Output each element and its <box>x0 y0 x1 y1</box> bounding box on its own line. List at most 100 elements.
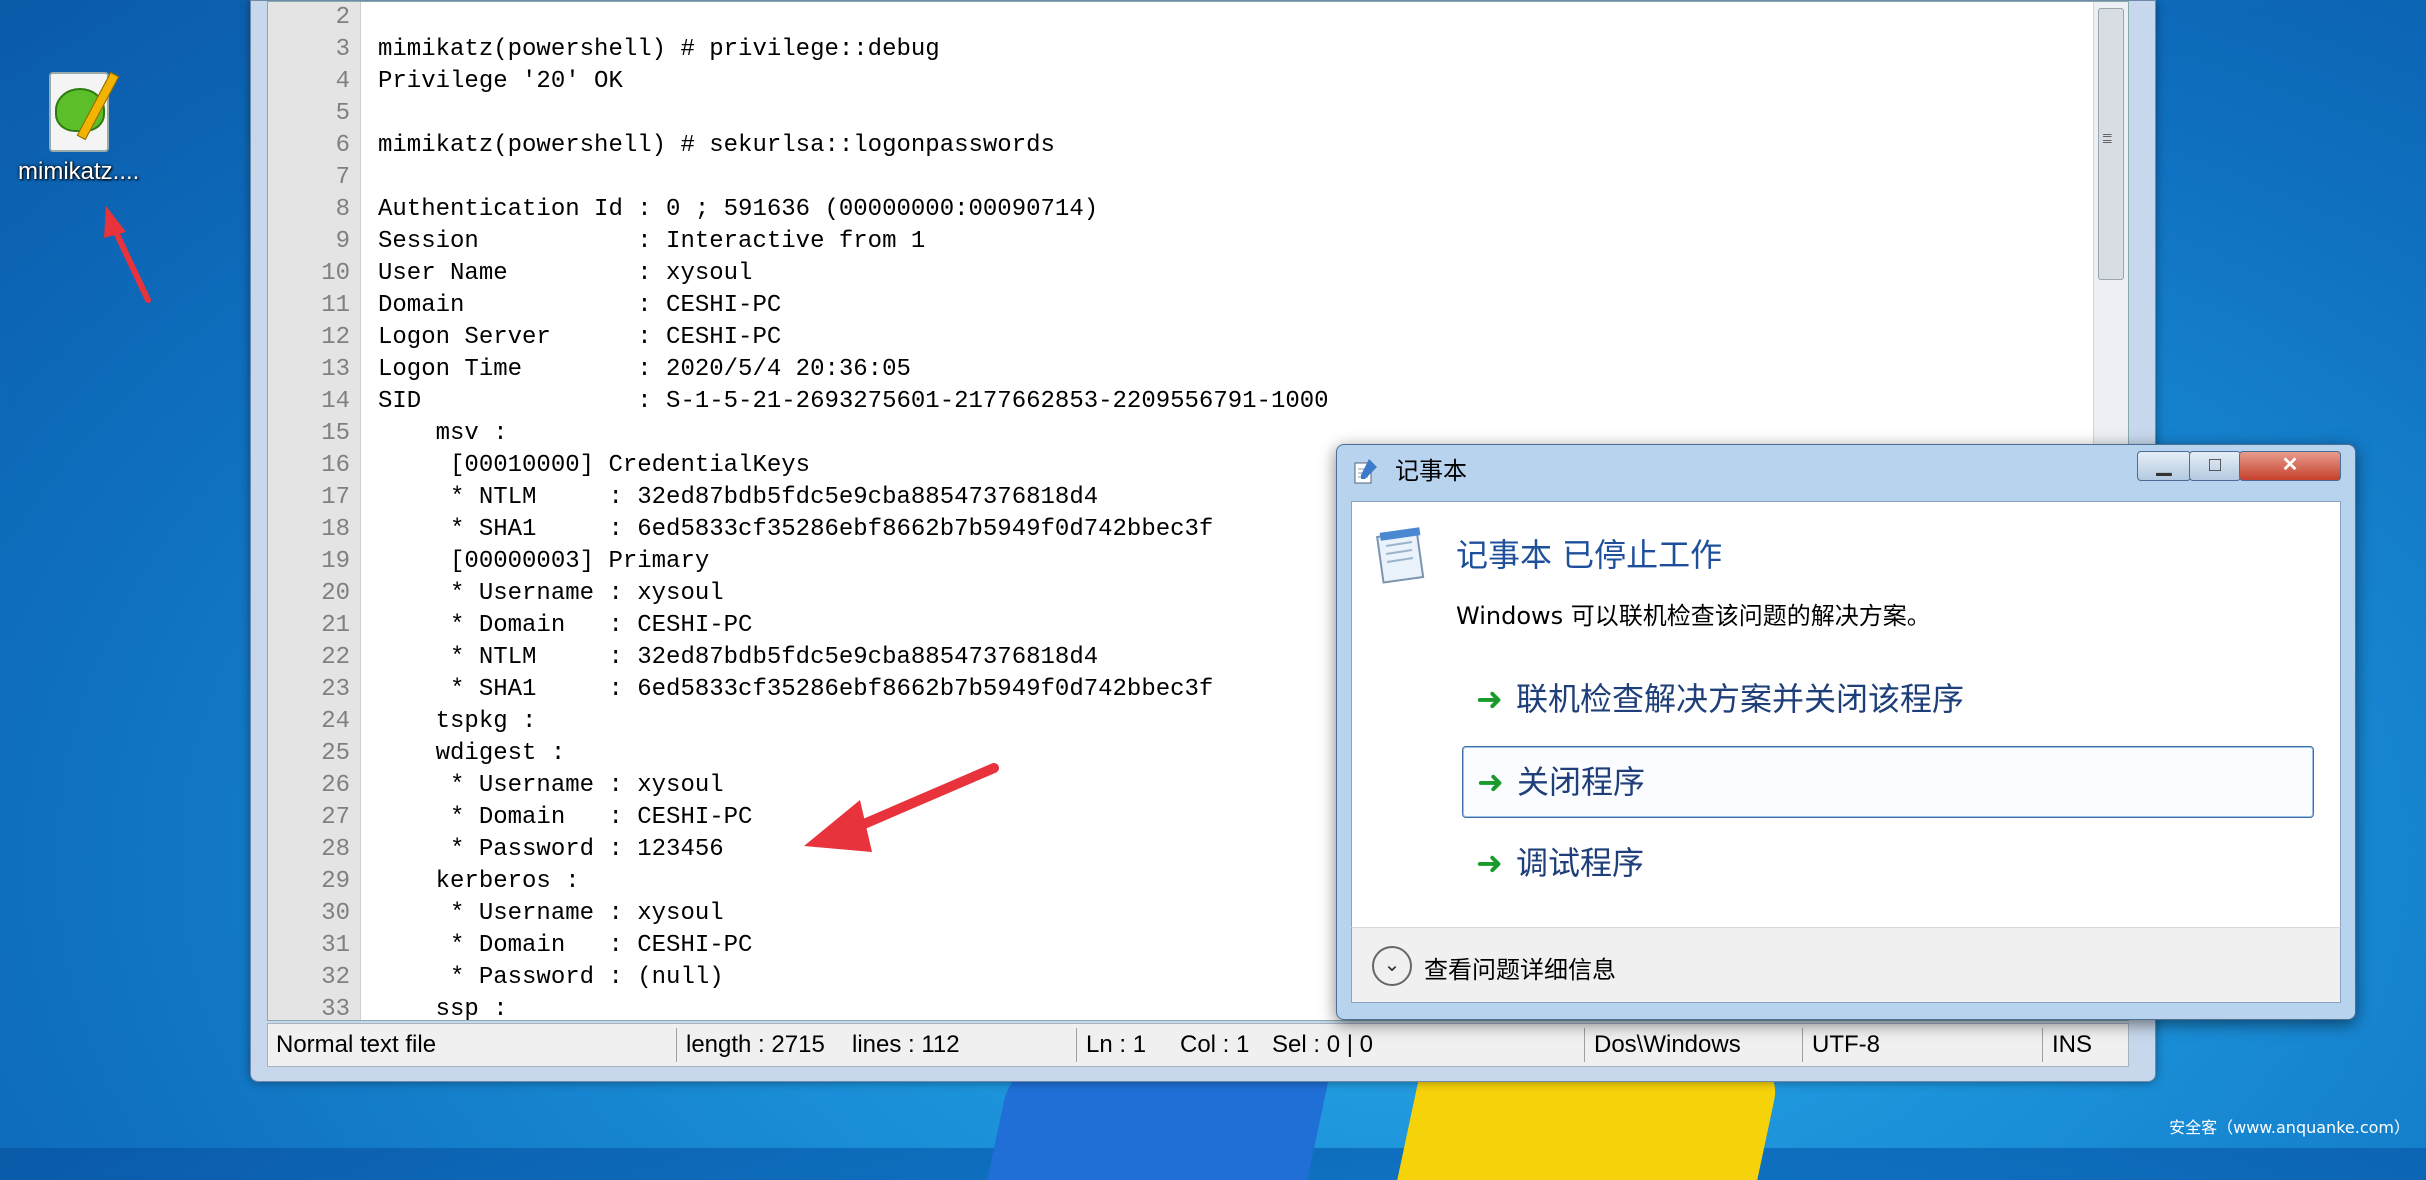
code-line[interactable]: 26 * Username : xysoul <box>268 770 1329 802</box>
green-arrow-icon: ➜ <box>1477 763 1504 801</box>
status-eol: Dos\Windows <box>1594 1031 1741 1058</box>
line-number: 11 <box>321 292 350 319</box>
code-line[interactable]: 21 * Domain : CESHI-PC <box>268 610 1329 642</box>
line-text: * SHA1 : 6ed5833cf35286ebf8662b7b5949f0d… <box>378 516 1214 543</box>
line-number: 29 <box>321 868 350 895</box>
line-number: 16 <box>321 452 350 479</box>
line-text: ssp : <box>378 996 508 1023</box>
notepad-error-dialog: 记事本 ▁ □ ✕ 记事本 已停止工作 Windows 可以联机检查该问题的解决… <box>1336 444 2356 1020</box>
code-line[interactable]: 12 Logon Server : CESHI-PC <box>268 322 1329 354</box>
line-number: 5 <box>335 100 350 127</box>
line-text: [00000003] Primary <box>378 548 710 575</box>
status-mode: INS <box>2052 1031 2093 1058</box>
option-check-online-close[interactable]: ➜ 联机检查解决方案并关闭该程序 <box>1462 664 2312 734</box>
line-text: Logon Server : CESHI-PC <box>378 324 782 351</box>
line-text: Privilege '20' OK <box>378 68 623 95</box>
notepadpp-file-icon <box>41 66 120 152</box>
code-line[interactable]: 28 * Password : 123456 <box>268 834 1329 866</box>
green-arrow-icon: ➜ <box>1476 844 1503 882</box>
line-number: 2 <box>335 4 350 31</box>
close-button[interactable]: ✕ <box>2239 451 2341 481</box>
line-text: * Domain : CESHI-PC <box>378 932 753 959</box>
desktop-icon-label: mimikatz.... <box>18 158 140 185</box>
code-line[interactable]: 19 [00000003] Primary <box>268 546 1329 578</box>
code-line[interactable]: 27 * Domain : CESHI-PC <box>268 802 1329 834</box>
line-text: mimikatz(powershell) # sekurlsa::logonpa… <box>378 132 1055 159</box>
code-line[interactable]: 9 Session : Interactive from 1 <box>268 226 1329 258</box>
line-number: 23 <box>321 676 350 703</box>
option-close-program[interactable]: ➜ 关闭程序 <box>1462 746 2314 818</box>
code-line[interactable]: 7 <box>268 162 1329 194</box>
code-line[interactable]: 11 Domain : CESHI-PC <box>268 290 1329 322</box>
status-bar: Normal text file length : 2715 lines : 1… <box>267 1023 2129 1067</box>
notepad-large-icon <box>1376 527 1425 584</box>
code-line[interactable]: 30 * Username : xysoul <box>268 898 1329 930</box>
minimize-button[interactable]: ▁ <box>2137 451 2191 481</box>
line-text: * SHA1 : 6ed5833cf35286ebf8662b7b5949f0d… <box>378 676 1214 703</box>
code-line[interactable]: 16 [00010000] CredentialKeys <box>268 450 1329 482</box>
line-number: 26 <box>321 772 350 799</box>
code-line[interactable]: 24 tspkg : <box>268 706 1329 738</box>
line-number: 24 <box>321 708 350 735</box>
line-number: 14 <box>321 388 350 415</box>
line-number: 6 <box>335 132 350 159</box>
line-text: Session : Interactive from 1 <box>378 228 926 255</box>
dialog-subtext: Windows 可以联机检查该问题的解决方案。 <box>1456 602 1931 630</box>
maximize-button[interactable]: □ <box>2189 451 2241 481</box>
line-number: 22 <box>321 644 350 671</box>
dialog-title: 记事本 <box>1395 457 1467 485</box>
line-number: 10 <box>321 260 350 287</box>
line-text: SID : S-1-5-21-2693275601-2177662853-220… <box>378 388 1329 415</box>
status-ln: Ln : 1 <box>1086 1031 1147 1058</box>
code-line[interactable]: 10 User Name : xysoul <box>268 258 1329 290</box>
code-line[interactable]: 25 wdigest : <box>268 738 1329 770</box>
desktop-icon-mimikatz[interactable]: mimikatz.... <box>18 66 140 186</box>
code-line[interactable]: 29 kerberos : <box>268 866 1329 898</box>
code-line[interactable]: 8 Authentication Id : 0 ; 591636 (0000000… <box>268 194 1329 226</box>
line-number: 8 <box>335 196 350 223</box>
status-lines: lines : 112 <box>852 1031 960 1058</box>
green-arrow-icon: ➜ <box>1476 680 1503 718</box>
code-line[interactable]: 6 mimikatz(powershell) # sekurlsa::logonp… <box>268 130 1329 162</box>
line-number: 12 <box>321 324 350 351</box>
dialog-footer: ⌄ 查看问题详细信息 <box>1351 927 2341 1003</box>
code-line[interactable]: 3 mimikatz(powershell) # privilege::debug <box>268 34 1329 66</box>
code-line[interactable]: 14 SID : S-1-5-21-2693275601-2177662853-2… <box>268 386 1329 418</box>
code-line[interactable]: 18 * SHA1 : 6ed5833cf35286ebf8662b7b5949… <box>268 514 1329 546</box>
dialog-headline: 记事本 已停止工作 <box>1456 536 1723 574</box>
line-number: 19 <box>321 548 350 575</box>
chevron-down-icon[interactable]: ⌄ <box>1372 946 1412 986</box>
code-line[interactable]: 33 ssp : <box>268 994 1329 1026</box>
option-debug-program[interactable]: ➜ 调试程序 <box>1462 828 2312 898</box>
line-text: kerberos : <box>378 868 580 895</box>
code-line[interactable]: 20 * Username : xysoul <box>268 578 1329 610</box>
code-line[interactable]: 2 <box>268 2 1329 34</box>
line-number: 31 <box>321 932 350 959</box>
code-line[interactable]: 15 msv : <box>268 418 1329 450</box>
line-text: * Password : 123456 <box>378 836 724 863</box>
code-line[interactable]: 17 * NTLM : 32ed87bdb5fdc5e9cba885473768… <box>268 482 1329 514</box>
code-line[interactable]: 22 * NTLM : 32ed87bdb5fdc5e9cba885473768… <box>268 642 1329 674</box>
line-text: Domain : CESHI-PC <box>378 292 782 319</box>
line-number: 28 <box>321 836 350 863</box>
line-number: 21 <box>321 612 350 639</box>
code-line[interactable]: 32 * Password : (null) <box>268 962 1329 994</box>
line-text: User Name : xysoul <box>378 260 753 287</box>
option-label: 调试程序 <box>1516 844 1645 882</box>
code-line[interactable]: 5 <box>268 98 1329 130</box>
line-text: wdigest : <box>378 740 566 767</box>
line-number: 27 <box>321 804 350 831</box>
line-text: mimikatz(powershell) # privilege::debug <box>378 36 940 63</box>
line-text: tspkg : <box>378 708 537 735</box>
view-details-link[interactable]: 查看问题详细信息 <box>1424 950 1616 985</box>
code-line[interactable]: 4 Privilege '20' OK <box>268 66 1329 98</box>
code-line[interactable]: 13 Logon Time : 2020/5/4 20:36:05 <box>268 354 1329 386</box>
line-number: 20 <box>321 580 350 607</box>
line-number: 3 <box>335 36 350 63</box>
line-text: * Username : xysoul <box>378 900 724 927</box>
line-text: * Username : xysoul <box>378 772 724 799</box>
line-text: Logon Time : 2020/5/4 20:36:05 <box>378 356 911 383</box>
code-line[interactable]: 23 * SHA1 : 6ed5833cf35286ebf8662b7b5949… <box>268 674 1329 706</box>
code-line[interactable]: 31 * Domain : CESHI-PC <box>268 930 1329 962</box>
option-label: 关闭程序 <box>1517 763 1646 801</box>
